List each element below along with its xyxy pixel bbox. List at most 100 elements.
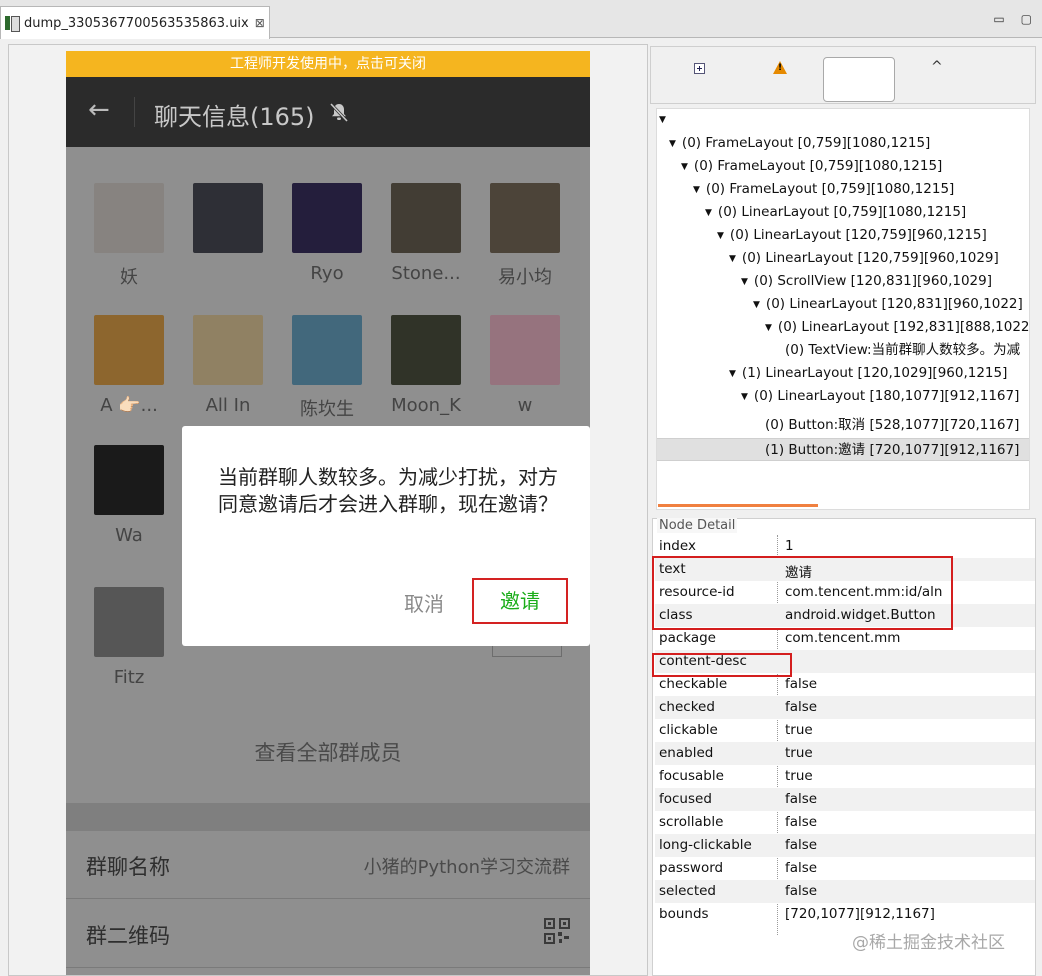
toolbar-search-box[interactable]	[823, 57, 895, 102]
member-avatar	[490, 183, 560, 253]
member-name: Fitz	[113, 667, 145, 688]
tree-expand-arrow-icon[interactable]: ▼	[741, 273, 748, 291]
member-avatar	[94, 587, 164, 657]
tree-node[interactable]: ▼ (0) LinearLayout [120,759][960,1029]	[729, 249, 999, 268]
tree-node[interactable]: ▼ (0) LinearLayout [192,831][888,1022]	[765, 318, 1030, 337]
tree-node[interactable]: ▼ (0) LinearLayout [120,831][960,1022]	[753, 295, 1023, 314]
member-item[interactable]: Ryo	[292, 183, 362, 284]
member-item[interactable]: All In	[193, 315, 263, 416]
node-detail-title: Node Detail	[657, 518, 738, 533]
tree-node[interactable]: ▼ (0) FrameLayout [0,759][1080,1215]	[669, 134, 930, 153]
member-avatar	[193, 315, 263, 385]
tree-node[interactable]: ▼ (0) LinearLayout [120,759][960,1215]	[717, 226, 987, 245]
property-key: long-clickable	[659, 837, 752, 853]
tree-expand-arrow-icon[interactable]: ▼	[717, 227, 724, 245]
tree-expand-arrow-icon[interactable]: ▼	[705, 204, 712, 222]
member-item[interactable]: 陈坎生	[292, 315, 362, 420]
tree-node[interactable]: ▼ (0) LinearLayout [180,1077][912,1167]	[741, 387, 1019, 406]
tree-expand-arrow-icon[interactable]: ▼	[753, 296, 760, 314]
tree-node-label: (0) ScrollView [120,831][960,1029]	[753, 273, 992, 289]
group-name-label: 群聊名称	[86, 855, 170, 879]
dialog-invite-button[interactable]: 邀请	[472, 578, 568, 624]
tree-expand-arrow-icon[interactable]: ▼	[729, 250, 736, 268]
property-value: 1	[785, 538, 794, 554]
property-row[interactable]: enabled true	[655, 742, 1035, 765]
chat-info-title: 聊天信息(165)	[154, 103, 315, 131]
tree-node[interactable]: ▼ (0) LinearLayout [0,759][1080,1215]	[705, 203, 966, 222]
property-key: enabled	[659, 745, 714, 761]
property-key: index	[659, 538, 696, 554]
tree-node[interactable]: ▼ (0) ScrollView [120,831][960,1029]	[741, 272, 992, 291]
member-avatar	[292, 183, 362, 253]
tree-expand-arrow-icon[interactable]: ▼	[693, 181, 700, 199]
member-item[interactable]: Stone...	[391, 183, 461, 284]
view-all-members-link[interactable]: 查看全部群成员	[66, 737, 590, 767]
property-value: [720,1077][912,1167]	[785, 906, 935, 922]
tree-root-arrow-icon[interactable]: ▼	[659, 111, 666, 129]
tree-node-label: (0) LinearLayout [120,759][960,1029]	[741, 250, 999, 266]
property-row[interactable]: focused false	[655, 788, 1035, 811]
member-item[interactable]: Moon_K	[391, 315, 461, 416]
mute-bell-icon	[329, 102, 349, 123]
group-name-row[interactable]: 群聊名称 小猪的Python学习交流群	[66, 831, 590, 899]
member-item[interactable]	[193, 183, 263, 253]
member-name: w	[517, 395, 533, 416]
property-row[interactable]: scrollable false	[655, 811, 1035, 834]
tree-node[interactable]: (0) Button:取消 [528,1077][720,1167]	[765, 416, 1019, 434]
property-row[interactable]: selected false	[655, 880, 1035, 903]
tree-node[interactable]: ▼ (1) LinearLayout [120,1029][960,1215]	[729, 364, 1007, 383]
tree-expand-arrow-icon[interactable]: ▼	[669, 135, 676, 153]
uiautomator-viewer-window: dump_3305367700563535863.uix ⊠ ▭ ▢ 工程师开发…	[0, 0, 1042, 976]
property-row[interactable]: checked false	[655, 696, 1035, 719]
tree-expand-arrow-icon[interactable]: ▼	[729, 365, 736, 383]
uix-file-icon	[5, 15, 20, 32]
group-qr-row[interactable]: 群二维码	[66, 900, 590, 968]
minimize-button[interactable]: ▭	[993, 12, 1004, 26]
member-item[interactable]: 易小均	[490, 183, 560, 288]
warning-icon[interactable]	[773, 61, 787, 74]
member-item[interactable]: 妖	[94, 183, 164, 288]
watermark: @稀土掘金技术社区	[852, 933, 1005, 953]
member-name: 陈坎生	[300, 399, 354, 420]
dialog-cancel-button[interactable]: 取消	[404, 588, 444, 617]
tab-close-icon[interactable]: ⊠	[255, 16, 265, 30]
maximize-button[interactable]: ▢	[1021, 12, 1032, 26]
member-item[interactable]: w	[490, 315, 560, 416]
tree-node[interactable]: (0) TextView:当前群聊人数较多。为减	[785, 341, 1020, 359]
qr-code-icon	[544, 918, 570, 944]
property-row[interactable]: focusable true	[655, 765, 1035, 788]
inspector-pane: ^ ▼ ▼ (0) FrameLayout [0,759][1080,1215] ▼…	[650, 44, 1038, 976]
tree-node[interactable]: ▼ (0) FrameLayout [0,759][1080,1215]	[681, 157, 942, 176]
property-row[interactable]: clickable true	[655, 719, 1035, 742]
tree-expand-arrow-icon[interactable]: ▼	[741, 388, 748, 406]
tree-expand-arrow-icon[interactable]: ▼	[765, 319, 772, 337]
invite-confirm-dialog: 当前群聊人数较多。为减少打扰，对方同意邀请后才会进入群聊，现在邀请？ 取消 邀请	[182, 426, 590, 646]
property-row[interactable]: password false	[655, 857, 1035, 880]
dump-file-tab[interactable]: dump_3305367700563535863.uix ⊠	[0, 6, 270, 39]
member-item[interactable]: A 👉🏻...	[94, 315, 164, 416]
hierarchy-tree[interactable]: ▼ ▼ (0) FrameLayout [0,759][1080,1215] ▼ (0…	[656, 108, 1030, 510]
dialog-message: 当前群聊人数较多。为减少打扰，对方同意邀请后才会进入群聊，现在邀请？	[218, 465, 558, 516]
property-row[interactable]: index 1	[655, 535, 1035, 558]
property-row[interactable]: bounds [720,1077][912,1167]	[655, 903, 1035, 926]
property-row[interactable]: package com.tencent.mm	[655, 627, 1035, 650]
tree-node-label: (1) Button:邀请 [720,1077][912,1167]	[765, 442, 1020, 458]
member-item[interactable]: Wa	[94, 445, 164, 546]
tree-node[interactable]: ▼ (0) FrameLayout [0,759][1080,1215]	[693, 180, 954, 199]
dev-mode-banner[interactable]: 工程师开发使用中，点击可关闭	[66, 51, 590, 77]
tree-expand-arrow-icon[interactable]: ▼	[681, 158, 688, 176]
tree-node-label: (0) FrameLayout [0,759][1080,1215]	[693, 158, 943, 174]
property-key: checked	[659, 699, 715, 715]
navigate-up-icon[interactable]: ^	[931, 59, 943, 75]
device-screenshot[interactable]: 工程师开发使用中，点击可关闭 ← 聊天信息(165) 妖 Ryo Stone... 易…	[66, 51, 590, 975]
group-name-value: 小猪的Python学习交流群	[363, 857, 570, 878]
section-gap	[66, 803, 590, 831]
property-row[interactable]: long-clickable false	[655, 834, 1035, 857]
property-value: true	[785, 745, 813, 761]
tree-node-label: (0) LinearLayout [192,831][888,1022]	[777, 319, 1030, 335]
tree-node[interactable]: (1) Button:邀请 [720,1077][912,1167]	[765, 441, 1019, 459]
member-item[interactable]: Fitz	[94, 587, 164, 688]
expand-all-icon[interactable]	[694, 63, 705, 74]
member-name: Stone...	[391, 263, 461, 284]
back-arrow-icon[interactable]: ←	[88, 97, 110, 123]
